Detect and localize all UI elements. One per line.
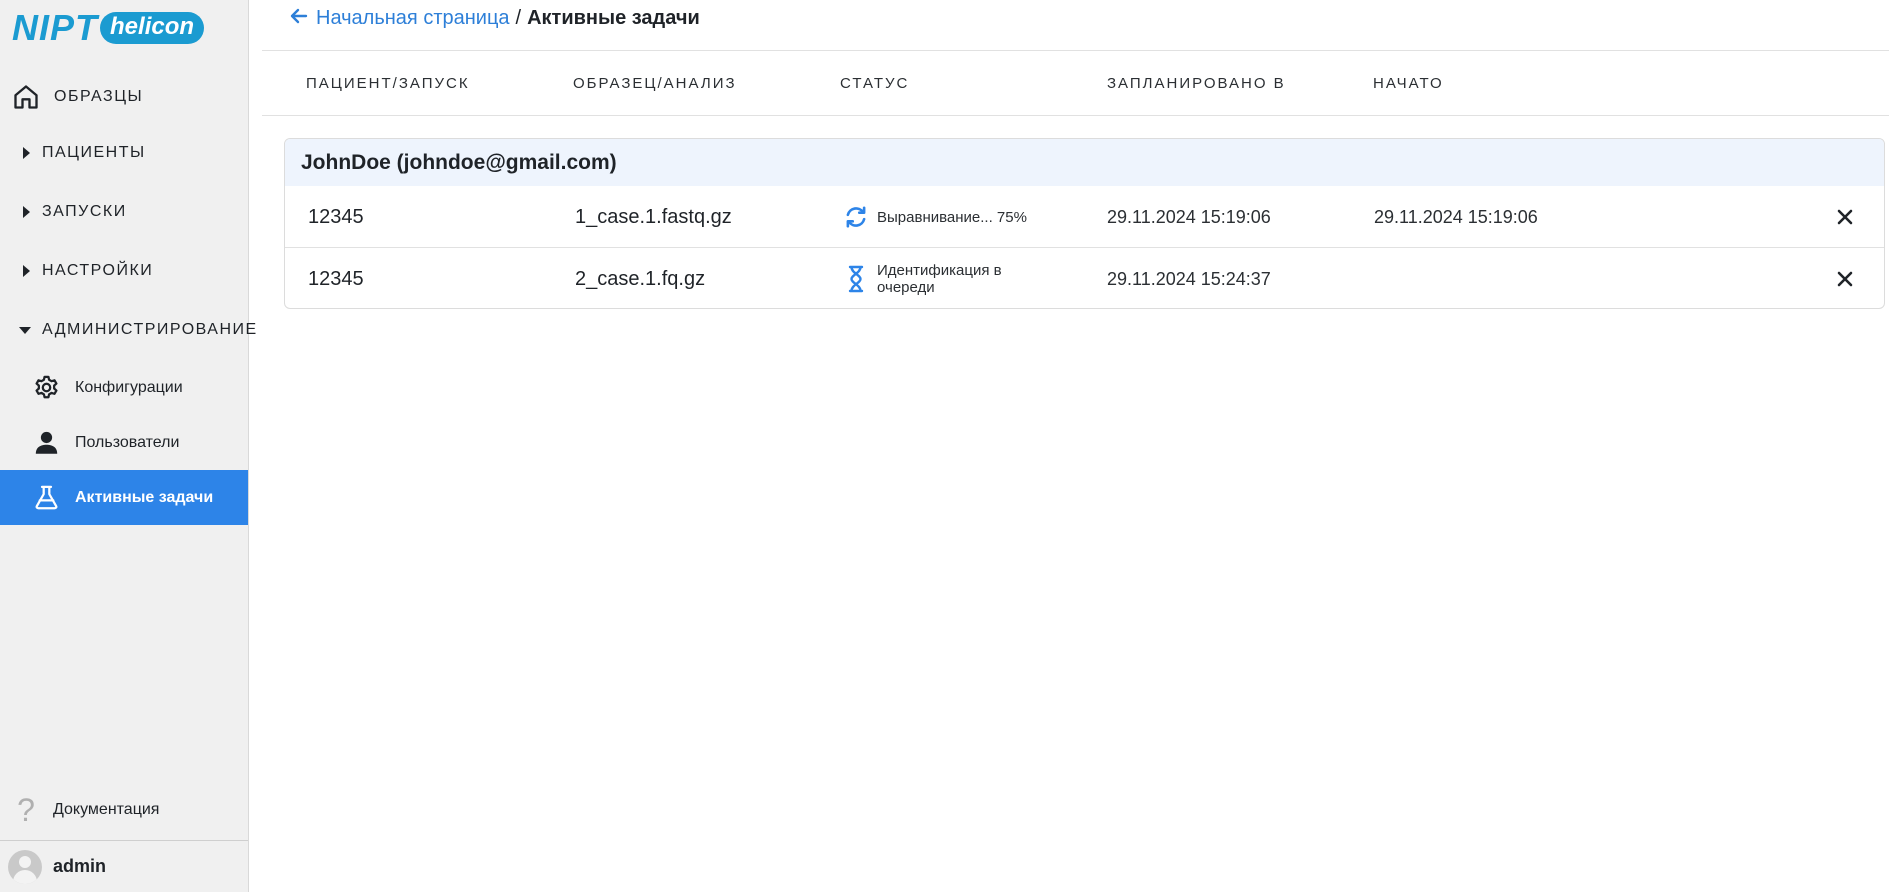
table-row[interactable]: 12345 1_case.1.fastq.gz Выравнивание... … (285, 186, 1884, 248)
status-text: Идентификация в очереди (877, 262, 1002, 296)
sidebar-item-label: ОБРАЗЦЫ (54, 88, 144, 105)
flask-icon (33, 484, 60, 511)
sidebar-item-samples[interactable]: ОБРАЗЦЫ (0, 77, 248, 117)
user-menu[interactable]: admin (0, 840, 248, 892)
arrow-left-icon[interactable] (290, 7, 308, 30)
column-header-scheduled[interactable]: ЗАПЛАНИРОВАНО В (1107, 75, 1286, 92)
scheduled-time: 29.11.2024 15:24:37 (1107, 268, 1271, 289)
sidebar-item-label: Активные задачи (75, 488, 214, 506)
sidebar-item-label: Пользователи (75, 433, 180, 451)
page-title: Активные задачи (527, 6, 700, 29)
status-text: Выравнивание... 75% (877, 208, 1027, 226)
sidebar-item-label: ЗАПУСКИ (42, 203, 127, 220)
sidebar-item-active-tasks[interactable]: Активные задачи (0, 470, 248, 525)
caret-right-icon (23, 265, 30, 277)
sidebar-item-label: АДМИНИСТРИРОВАНИЕ (42, 321, 258, 338)
sidebar-item-administration[interactable]: АДМИНИСТРИРОВАНИЕ (0, 310, 256, 350)
breadcrumb-separator: / (515, 6, 522, 29)
close-icon[interactable] (1831, 186, 1859, 248)
breadcrumb-home-link[interactable]: Начальная страница (316, 7, 510, 30)
caret-right-icon (23, 147, 30, 159)
breadcrumb: Начальная страница / Активные задачи (290, 5, 700, 31)
scheduled-time: 29.11.2024 15:19:06 (1107, 206, 1271, 227)
sidebar-item-label: НАСТРОЙКИ (42, 262, 154, 279)
sidebar-item-configurations[interactable]: Конфигурации (0, 360, 248, 415)
task-group: JohnDoe (johndoe@gmail.com) 12345 1_case… (284, 138, 1885, 309)
column-header-started[interactable]: НАЧАТО (1373, 75, 1444, 92)
column-header-patient-run[interactable]: ПАЦИЕНТ/ЗАПУСК (306, 75, 470, 92)
run-id: 12345 (308, 205, 364, 228)
sidebar-item-patients[interactable]: ПАЦИЕНТЫ (0, 133, 248, 173)
caret-right-icon (23, 206, 30, 218)
status-cell: Идентификация в очереди (847, 248, 1027, 308)
close-icon[interactable] (1831, 248, 1859, 308)
gear-icon (33, 374, 60, 401)
sidebar-item-label: ПАЦИЕНТЫ (42, 144, 146, 161)
caret-down-icon (19, 326, 31, 334)
table-header: ПАЦИЕНТ/ЗАПУСК ОБРАЗЕЦ/АНАЛИЗ СТАТУС ЗАП… (262, 50, 1889, 116)
sidebar-item-runs[interactable]: ЗАПУСКИ (0, 192, 248, 232)
documentation-link[interactable]: ? Документация (0, 790, 248, 830)
started-time: 29.11.2024 15:19:06 (1374, 206, 1538, 227)
status-cell: Выравнивание... 75% (843, 186, 1027, 248)
group-title: JohnDoe (johndoe@gmail.com) (285, 139, 1884, 186)
username: admin (53, 856, 107, 876)
sync-icon (843, 204, 869, 230)
sidebar-item-users[interactable]: Пользователи (0, 415, 248, 470)
logo-helicon: helicon (100, 12, 205, 44)
sample-file: 2_case.1.fq.gz (575, 267, 706, 290)
home-icon (12, 83, 40, 111)
sample-file: 1_case.1.fastq.gz (575, 205, 732, 228)
column-header-sample-analysis[interactable]: ОБРАЗЕЦ/АНАЛИЗ (573, 75, 737, 92)
hourglass-icon (847, 265, 865, 293)
sidebar: NIPT helicon ОБРАЗЦЫ ПАЦИЕНТЫ ЗАПУСКИ НА… (0, 0, 256, 892)
sidebar-item-label: Конфигурации (75, 378, 183, 396)
user-icon (33, 429, 60, 456)
logo-nipt: NIPT (12, 7, 99, 48)
column-header-status[interactable]: СТАТУС (840, 75, 909, 92)
help-icon: ? (17, 791, 35, 828)
table-row[interactable]: 12345 2_case.1.fq.gz Идентификация в оче… (285, 248, 1884, 308)
run-id: 12345 (308, 267, 364, 290)
sidebar-item-settings[interactable]: НАСТРОЙКИ (0, 251, 248, 291)
documentation-label: Документация (53, 801, 160, 818)
app-logo[interactable]: NIPT helicon (12, 7, 205, 48)
avatar (8, 849, 42, 884)
